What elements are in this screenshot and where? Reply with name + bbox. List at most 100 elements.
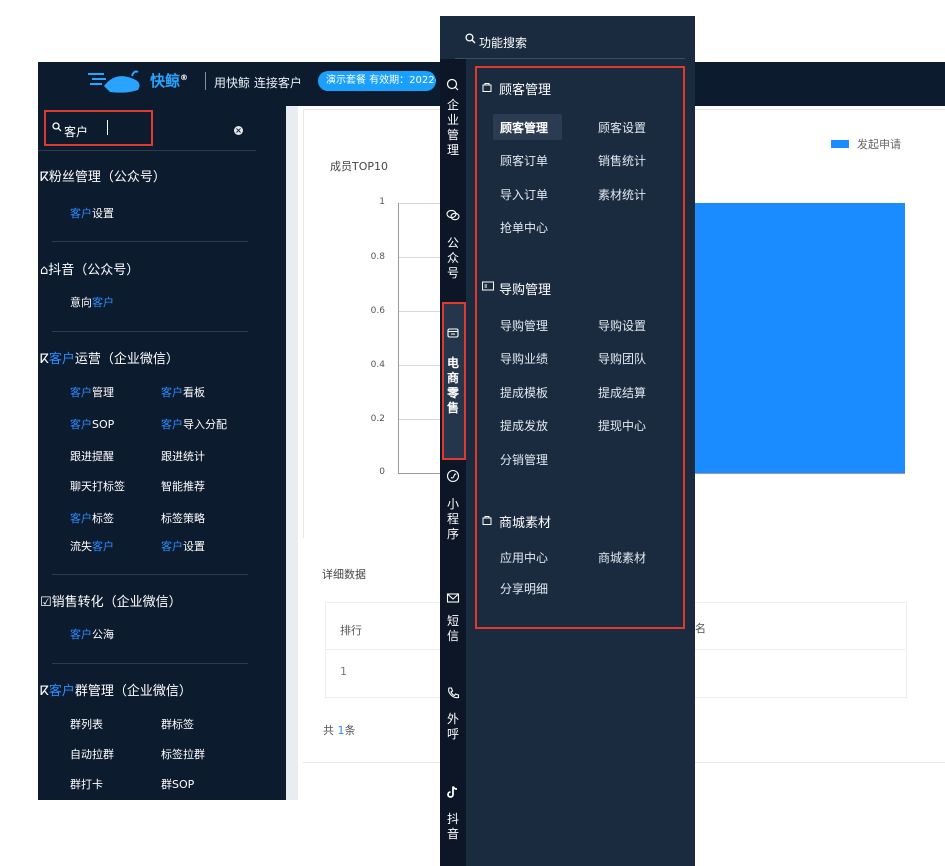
legend-label[interactable]: 发起申请 [857,136,901,152]
search-icon [52,122,62,132]
y-tick-label: 0.8 [370,252,385,262]
tiktok-icon [447,786,458,798]
y-tick-label: 1 [379,197,385,207]
nav-item[interactable]: 群列表 [70,716,103,732]
chat-icon [446,78,459,91]
menu-item[interactable]: 销售统计 [598,152,646,169]
menu-item[interactable]: 商城素材 [598,549,646,566]
nav-item[interactable]: 跟进统计 [161,448,205,464]
bar[interactable] [694,203,905,473]
group-title-sales-conversion[interactable]: ☑销售转化（企业微信） [40,591,182,610]
shop-icon [447,328,459,338]
nav-item[interactable]: 客户看板 [161,384,205,400]
nav-item[interactable]: 客户管理 [70,384,114,400]
nav-item[interactable]: 群标签 [161,716,194,732]
y-tick-label: 0.6 [370,306,385,316]
rail-label-douyin[interactable]: 抖音 [440,812,466,842]
content-gutter [286,106,298,800]
user-group-icon: ⴽ [40,352,49,367]
menu-item[interactable]: 分销管理 [500,451,548,468]
menu-item[interactable]: 导购团队 [598,350,646,367]
nav-item[interactable]: 跟进提醒 [70,448,114,464]
clear-search-icon[interactable]: × [234,126,243,135]
search-icon [465,33,476,44]
column-header-name: 名 [695,622,706,635]
slogan: 用快鲸 连接客户 [214,76,302,90]
bag-icon [482,83,492,92]
menu-item[interactable]: 提成发放 [500,417,548,434]
logo-text: 快鲸® [150,72,189,90]
menu-item[interactable]: 导入订单 [500,186,548,203]
rail-label-enterprise[interactable]: 企业管理 [440,98,466,158]
category-rail [440,59,466,866]
nav-item[interactable]: 群打卡 [70,776,103,792]
menu-item[interactable]: 提现中心 [598,417,646,434]
sidebar: 客户 × ⴽ粉丝管理（公众号） 客户设置 ⌂抖音（公众号） 意向客户 ⴽ客户运营… [38,106,286,800]
bag-icon [482,516,492,525]
nav-item[interactable]: 客户标签 [70,510,114,526]
menu-item[interactable]: 提成模板 [500,384,548,401]
nav-item-intent-customer[interactable]: 意向客户 [70,294,114,310]
menu-item[interactable]: 分享明细 [500,580,548,597]
menu-item[interactable]: 导购业绩 [500,350,548,367]
group-title-douyin[interactable]: ⌂抖音（公众号） [40,259,139,278]
nav-item[interactable]: 客户导入分配 [161,416,227,432]
idcard-icon [482,281,494,291]
group-title-customer-group[interactable]: ⴽ客户群管理（企业微信） [40,680,192,699]
detail-title: 详细数据 [322,568,366,581]
rail-label-sms[interactable]: 短信 [440,614,466,644]
nav-item[interactable]: 聊天打标签 [70,478,125,494]
feature-search-input[interactable]: 功能搜索 [479,34,527,51]
divider [52,241,248,242]
sidebar-search-input[interactable]: 客户 [64,123,88,140]
menu-item[interactable]: 导购设置 [598,317,646,334]
nav-item[interactable]: 智能推荐 [161,478,205,494]
group-title-fans[interactable]: ⴽ粉丝管理（公众号） [40,166,166,185]
checkbox-icon: ☑ [40,595,52,610]
divider [52,574,248,575]
rail-label-outbound-call[interactable]: 外呼 [440,712,466,742]
divider [52,663,248,664]
nav-item-customer-settings[interactable]: 客户设置 [70,205,114,221]
rail-label-ecommerce[interactable]: 电商零售 [440,356,466,416]
group-title-customer-ops[interactable]: ⴽ客户运营（企业微信） [40,348,179,367]
menu-item[interactable]: 顾客设置 [598,119,646,136]
nav-item[interactable]: 标签策略 [161,510,205,526]
menu-item[interactable]: 顾客订单 [500,152,548,169]
menu-panel-highlight [475,66,685,629]
miniprogram-icon [446,469,460,483]
nav-item[interactable]: 流失客户 [70,538,114,554]
rail-label-official-account[interactable]: 公众号 [440,236,466,281]
text-caret [107,120,108,135]
wechat-icon [446,209,460,221]
phone-icon [448,687,460,699]
user-group-icon: ⴽ [40,684,49,699]
mail-icon [446,593,460,603]
chart-title: 成员TOP10 [330,160,389,173]
nav-item[interactable]: 客户SOP [70,416,114,432]
whale-logo-icon [88,70,140,93]
nav-item[interactable]: 标签拉群 [161,746,205,762]
nav-item[interactable]: 客户设置 [161,538,205,554]
menu-item-customer-mgmt[interactable]: 顾客管理 [500,119,548,136]
search-underline [455,58,685,59]
rail-label-miniprogram[interactable]: 小程序 [440,497,466,542]
nav-item[interactable]: 自动拉群 [70,746,114,762]
total-count: 共 1条 [323,724,356,737]
menu-item[interactable]: 提成结算 [598,384,646,401]
menu-item[interactable]: 导购管理 [500,317,548,334]
logo-separator [205,72,206,90]
menu-item[interactable]: 素材统计 [598,186,646,203]
y-axis-line [398,203,399,473]
nav-item[interactable]: 群SOP [161,776,194,792]
y-tick-label: 0.2 [370,414,385,424]
user-group-icon: ⴽ [40,170,49,185]
search-underline [38,150,256,151]
plan-badge[interactable]: 演示套餐 有效期：2022- [318,71,436,91]
menu-item[interactable]: 抢单中心 [500,219,548,236]
menu-item[interactable]: 应用中心 [500,549,548,566]
section-title-guide-mgmt: 导购管理 [499,283,552,298]
nav-item-customer-pool[interactable]: 客户公海 [70,626,114,642]
divider [52,331,248,332]
y-tick-label: 0.4 [370,360,385,370]
